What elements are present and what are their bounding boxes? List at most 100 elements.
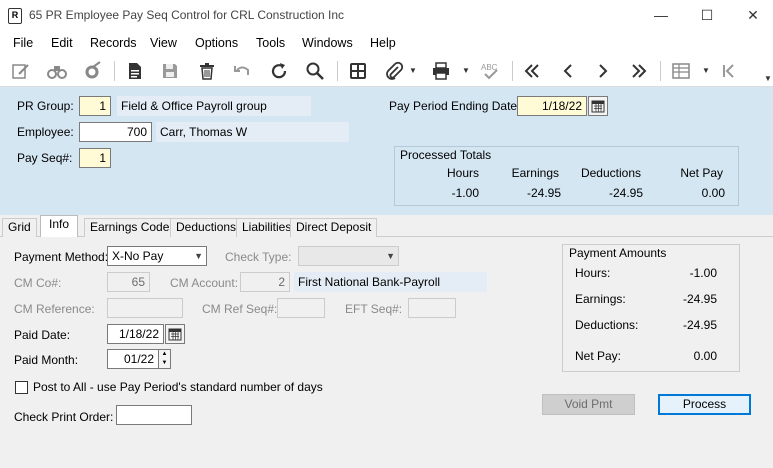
cm-account-label: CM Account: [170, 276, 239, 290]
tab-strip: Grid Info Earnings Codes Deductions Liab… [0, 215, 773, 238]
edit-record-icon[interactable] [9, 59, 33, 83]
tab-info[interactable]: Info [40, 215, 79, 238]
spin-down-icon[interactable]: ▼ [159, 359, 170, 368]
menu-windows[interactable]: Windows [302, 36, 353, 50]
payment-method-value: X-No Pay [112, 249, 164, 263]
table-layout-dropdown-icon[interactable]: ▼ [702, 65, 710, 77]
employee-label: Employee: [17, 125, 74, 139]
chevron-down-icon: ▼ [194, 251, 203, 261]
paid-date-input[interactable]: 1/18/22 [107, 324, 164, 344]
toolbar: ▼ ▼ ABC ▼ ▼ [0, 55, 773, 87]
window-title: 65 PR Employee Pay Seq Control for CRL C… [29, 8, 345, 22]
eft-seq-input[interactable] [408, 298, 456, 318]
totals-header-deductions: Deductions [580, 166, 641, 180]
calendar-icon[interactable] [165, 324, 185, 344]
tab-deductions[interactable]: Deductions [170, 218, 243, 237]
app-icon: R [8, 8, 22, 24]
spin-up-icon[interactable]: ▲ [159, 350, 170, 359]
menu-edit[interactable]: Edit [51, 36, 73, 50]
pr-group-input[interactable]: 1 [79, 96, 111, 116]
menu-bar: File Edit Records View Options Tools Win… [0, 31, 773, 55]
cm-account-description: First National Bank-Payroll [294, 272, 487, 292]
cm-ref-seq-input[interactable] [277, 298, 325, 318]
tab-liabilities[interactable]: Liabilities [236, 218, 298, 237]
check-type-select[interactable]: ▼ [298, 246, 399, 266]
pa-hours-label: Hours: [575, 266, 611, 280]
post-to-all-checkbox[interactable] [15, 381, 28, 394]
post-to-all-label: Post to All - use Pay Period's standard … [33, 380, 323, 394]
eft-seq-label: EFT Seq#: [345, 302, 403, 316]
tab-earnings-codes[interactable]: Earnings Codes [84, 218, 182, 237]
settings-check-icon[interactable] [80, 59, 104, 83]
save-icon[interactable] [158, 59, 182, 83]
tab-direct-deposit[interactable]: Direct Deposit [290, 218, 378, 237]
document-icon[interactable] [123, 59, 147, 83]
totals-value-deductions: -24.95 [608, 186, 643, 200]
menu-options[interactable]: Options [195, 36, 238, 50]
print-dropdown-icon[interactable]: ▼ [462, 65, 470, 77]
totals-header-net-pay: Net Pay [680, 166, 723, 180]
cm-reference-input[interactable] [107, 298, 183, 318]
payment-method-select[interactable]: X-No Pay ▼ [107, 246, 207, 266]
menu-file[interactable]: File [13, 36, 33, 50]
refresh-icon[interactable] [267, 59, 291, 83]
search-icon[interactable] [303, 59, 327, 83]
cm-co-label: CM Co#: [14, 276, 62, 290]
check-type-label: Check Type: [225, 250, 292, 264]
cm-ref-seq-label: CM Ref Seq#: [202, 302, 278, 316]
minimize-button[interactable]: — [646, 4, 676, 26]
process-button[interactable]: Process [658, 394, 751, 415]
menu-help[interactable]: Help [370, 36, 396, 50]
menu-tools[interactable]: Tools [256, 36, 285, 50]
pa-net-pay-value: 0.00 [693, 349, 717, 363]
delete-icon[interactable] [195, 59, 219, 83]
pa-net-pay-label: Net Pay: [575, 349, 622, 363]
attachment-dropdown-icon[interactable]: ▼ [409, 65, 417, 77]
totals-value-earnings: -24.95 [526, 186, 561, 200]
close-button[interactable]: ✕ [738, 4, 768, 26]
undo-icon[interactable] [230, 59, 254, 83]
prev-record-icon[interactable] [556, 59, 580, 83]
print-icon[interactable] [429, 59, 453, 83]
binoculars-icon[interactable] [45, 59, 69, 83]
pay-period-ending-input[interactable]: 1/18/22 [517, 96, 587, 116]
pa-earnings-value: -24.95 [682, 292, 717, 306]
check-print-order-input[interactable] [116, 405, 192, 425]
paid-date-label: Paid Date: [14, 328, 71, 342]
pr-group-description: Field & Office Payroll group [117, 96, 311, 116]
table-layout-icon[interactable] [669, 59, 693, 83]
attachment-icon[interactable] [382, 59, 406, 83]
paid-month-input[interactable]: 01/22 [107, 349, 159, 369]
paid-month-spinner[interactable]: ▲ ▼ [159, 349, 171, 369]
payment-method-label: Payment Method: [14, 250, 109, 264]
form-grid-icon[interactable] [346, 59, 370, 83]
pay-period-ending-label: Pay Period Ending Date: [389, 99, 521, 113]
employee-input[interactable]: 700 [79, 122, 152, 142]
maximize-button[interactable]: ☐ [692, 4, 722, 26]
totals-header-earnings: Earnings [511, 166, 559, 180]
calendar-icon[interactable] [588, 96, 608, 116]
menu-records[interactable]: Records [90, 36, 137, 50]
first-record-icon[interactable] [520, 59, 544, 83]
cm-account-input[interactable]: 2 [240, 272, 290, 292]
spell-check-icon[interactable]: ABC [478, 59, 502, 83]
cm-reference-label: CM Reference: [14, 302, 95, 316]
pr-group-label: PR Group: [17, 99, 74, 113]
title-bar: R 65 PR Employee Pay Seq Control for CRL… [0, 0, 773, 31]
void-pmt-button[interactable]: Void Pmt [542, 394, 635, 415]
last-record-icon[interactable] [627, 59, 651, 83]
pa-deductions-value: -24.95 [682, 318, 717, 332]
collapse-left-icon[interactable] [717, 59, 741, 83]
pay-seq-input[interactable]: 1 [79, 148, 111, 168]
toolbar-overflow-icon[interactable]: ▼ [764, 73, 772, 85]
employee-description: Carr, Thomas W [156, 122, 349, 142]
cm-co-input[interactable]: 65 [107, 272, 150, 292]
payment-amounts-title: Payment Amounts [569, 246, 667, 260]
totals-header-hours: Hours [446, 166, 479, 180]
next-record-icon[interactable] [591, 59, 615, 83]
tab-grid[interactable]: Grid [2, 218, 37, 237]
menu-view[interactable]: View [150, 36, 177, 50]
pa-earnings-label: Earnings: [575, 292, 626, 306]
pa-hours-value: -1.00 [689, 266, 717, 280]
pay-seq-label: Pay Seq#: [17, 151, 73, 165]
